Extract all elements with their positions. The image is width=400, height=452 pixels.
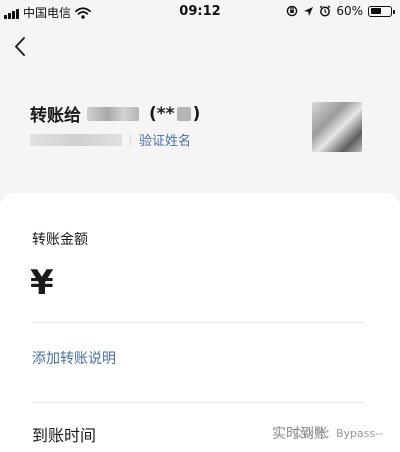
verify-name-link[interactable]: 验证姓名: [139, 130, 191, 149]
masked-realname-close: ): [192, 103, 201, 124]
payee-avatar: [312, 102, 362, 152]
add-remark-link[interactable]: 添加转账说明: [32, 348, 116, 368]
masked-account: [30, 133, 122, 146]
masked-nickname: [87, 106, 139, 121]
payee-title: 转账给 (** ): [30, 101, 201, 127]
back-button[interactable]: [8, 34, 34, 60]
amount-label: 转账金额: [32, 232, 88, 248]
arrival-time-label: 到账时间: [32, 426, 97, 445]
remark-divider: [32, 402, 364, 403]
location-arrow-icon: [304, 6, 314, 16]
amount-divider: [32, 322, 364, 323]
vertical-divider: [130, 133, 131, 146]
payee-section: 转账给 (** ) 验证姓名: [0, 80, 400, 190]
transfer-card: 转账金额 ¥ 添加转账说明 到账时间 实时到账 公众号：Bypass--: [0, 193, 400, 452]
payee-sub-row: 验证姓名: [30, 130, 191, 149]
alarm-clock-icon: [320, 5, 331, 17]
chevron-left-icon: [15, 37, 25, 56]
status-bar: 中国电信 09:12 60%: [0, 0, 400, 24]
masked-realname-open: (**: [149, 103, 175, 124]
rotation-lock-icon: [287, 5, 298, 17]
masked-realname-char: [176, 106, 191, 121]
status-right: 60%: [286, 4, 395, 18]
battery-icon: [368, 5, 395, 17]
battery-percent: 60%: [336, 4, 363, 18]
transfer-to-label: 转账给: [30, 106, 81, 126]
amount-input[interactable]: ¥: [30, 263, 54, 303]
watermark: 公众号：Bypass--: [292, 427, 384, 440]
